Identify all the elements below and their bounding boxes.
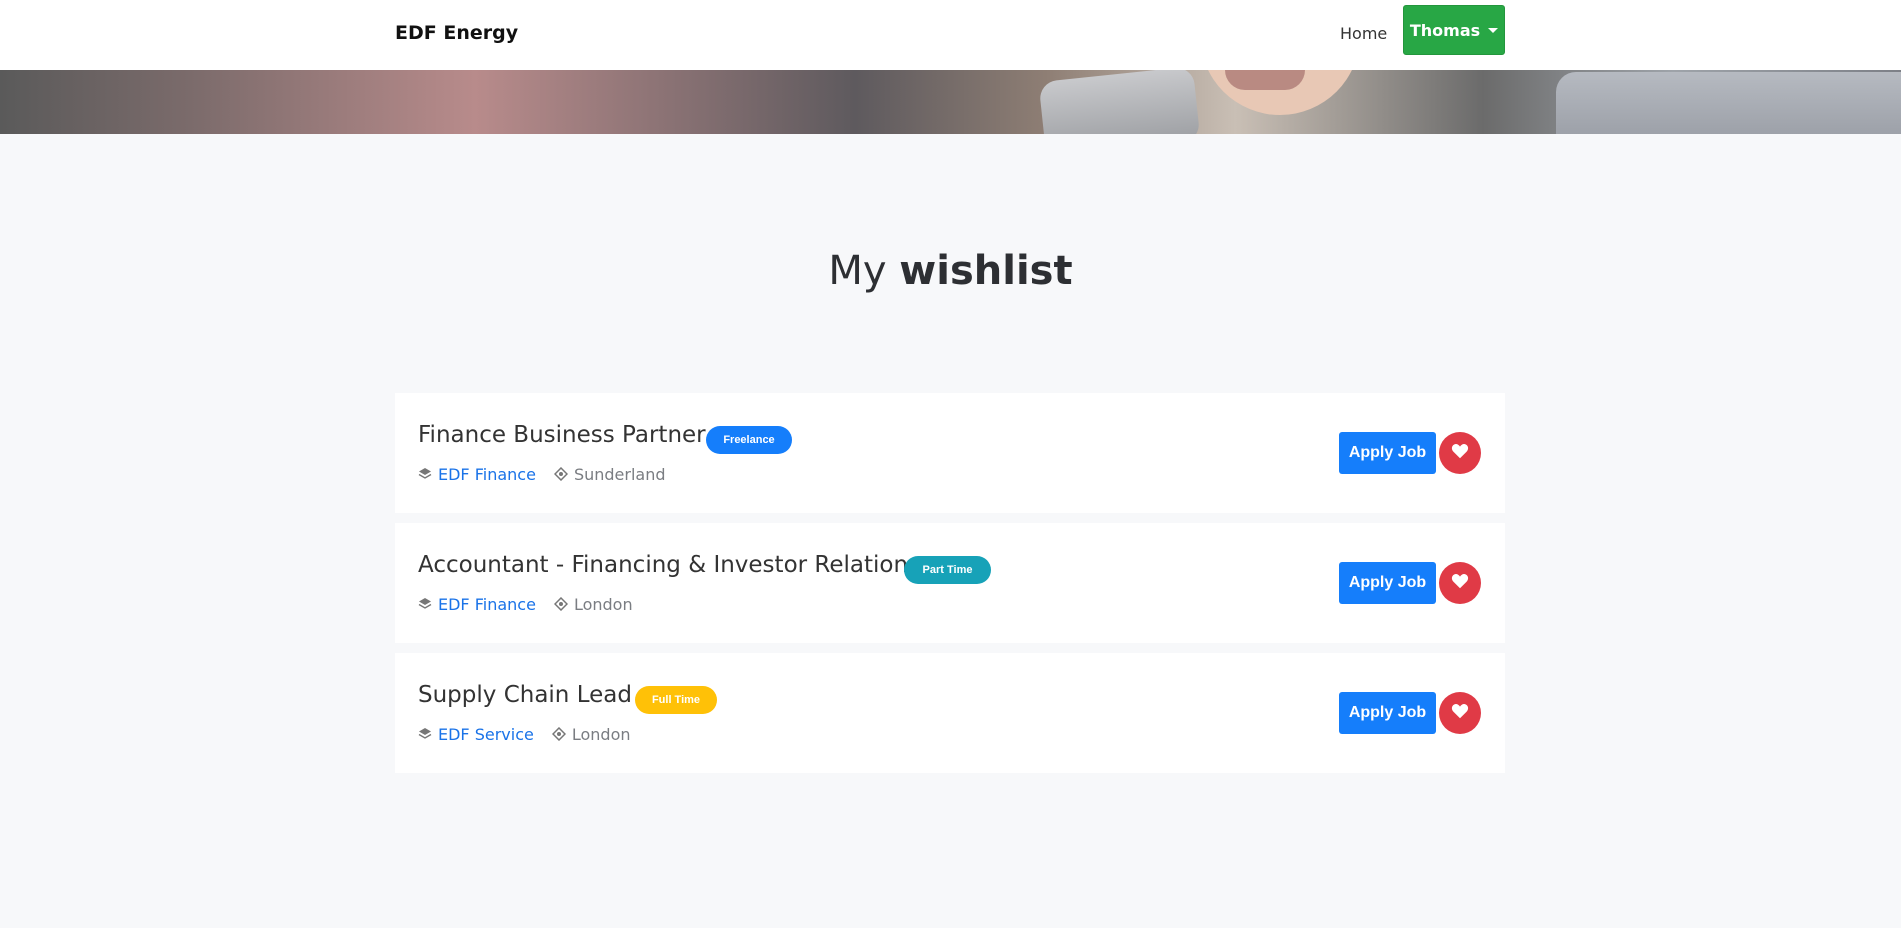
layers-icon [418,597,432,611]
location-icon [553,597,568,611]
job-title[interactable]: Accountant - Financing & Investor Relati… [418,552,920,578]
job-meta: EDF Finance Sunderland [418,463,666,485]
job-card: Accountant - Financing & Investor Relati… [395,523,1505,643]
job-meta: EDF Service London [418,723,631,745]
page-title-light: My [828,248,887,294]
page-title: My wishlist [0,248,1901,294]
heart-icon [1451,573,1469,593]
job-card: Supply Chain Lead Full Time EDF Service … [395,653,1505,773]
job-location: London [571,724,631,744]
page-title-bold: wishlist [899,248,1073,294]
remove-wishlist-button[interactable] [1439,562,1481,604]
job-type-badge: Freelance [706,426,792,454]
user-menu-label: Thomas [1409,20,1481,40]
navbar: EDF Energy Home Thomas [0,0,1901,70]
job-title[interactable]: Finance Business Partner [418,422,706,448]
job-meta: EDF Finance London [418,593,633,615]
job-location: Sunderland [573,464,666,484]
nav-home-link[interactable]: Home [1340,24,1387,43]
job-type-badge: Part Time [904,556,991,584]
job-title[interactable]: Supply Chain Lead [418,682,632,708]
layers-icon [418,467,432,481]
company-link[interactable]: EDF Finance [438,465,536,484]
apply-job-button[interactable]: Apply Job [1339,562,1436,604]
heart-icon [1451,443,1469,463]
job-type-badge: Full Time [635,686,717,714]
user-menu-button[interactable]: Thomas [1403,5,1505,55]
job-card: Finance Business Partner Freelance EDF F… [395,393,1505,513]
location-icon [553,467,568,481]
apply-job-button[interactable]: Apply Job [1339,692,1436,734]
brand-logo[interactable]: EDF Energy [395,22,518,44]
remove-wishlist-button[interactable] [1439,692,1481,734]
company-link[interactable]: EDF Finance [438,595,536,614]
company-link[interactable]: EDF Service [438,725,534,744]
hero-image [0,70,1901,134]
layers-icon [418,727,432,741]
location-icon [551,727,566,741]
caret-down-icon [1488,27,1499,33]
heart-icon [1451,703,1469,723]
apply-job-button[interactable]: Apply Job [1339,432,1436,474]
remove-wishlist-button[interactable] [1439,432,1481,474]
job-location: London [573,594,633,614]
